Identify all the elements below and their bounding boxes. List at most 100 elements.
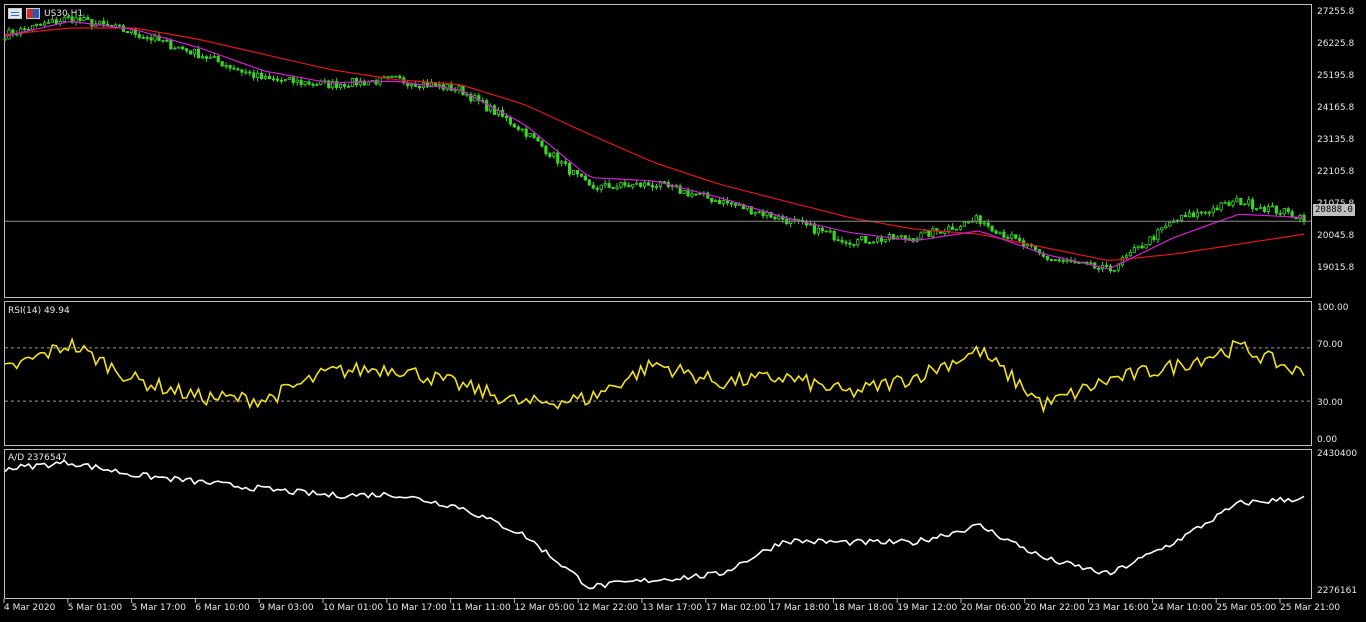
candle: [453, 86, 457, 94]
candle: [1199, 211, 1203, 216]
candle: [958, 224, 963, 231]
candle: [331, 79, 335, 90]
candle: [591, 182, 595, 190]
candle: [544, 144, 548, 157]
candle: [173, 46, 177, 50]
candle: [919, 231, 923, 241]
candle: [70, 13, 74, 25]
candle: [575, 169, 580, 178]
candle: [962, 221, 967, 227]
candle: [58, 18, 62, 27]
candle: [145, 35, 149, 42]
candle: [765, 209, 769, 220]
candle: [757, 210, 761, 214]
candle: [643, 179, 647, 190]
candle: [631, 183, 635, 190]
candle: [94, 20, 98, 27]
rsi-line: [4, 337, 1305, 414]
candle: [390, 75, 394, 78]
candle: [1168, 220, 1172, 227]
candle: [192, 48, 197, 58]
candle: [362, 79, 366, 87]
candle: [883, 238, 888, 244]
candle: [1152, 234, 1156, 243]
candle: [62, 14, 66, 22]
candle: [208, 53, 212, 59]
candle: [528, 133, 532, 138]
candle: [864, 235, 868, 244]
candle: [516, 125, 520, 132]
candle: [1270, 202, 1275, 208]
candle: [950, 223, 955, 230]
candle: [560, 159, 564, 167]
candle: [678, 183, 682, 194]
candle: [611, 186, 615, 190]
candle: [998, 231, 1002, 235]
candle: [398, 74, 402, 79]
candle: [694, 193, 698, 197]
candle: [1211, 204, 1215, 217]
candle: [1235, 194, 1239, 203]
candle: [1140, 242, 1144, 249]
candle: [248, 69, 252, 77]
candle: [236, 67, 240, 72]
candle: [872, 240, 876, 244]
candle: [1191, 210, 1196, 218]
candle: [568, 161, 572, 177]
candle: [256, 70, 260, 82]
candle: [185, 47, 189, 54]
candle: [639, 181, 643, 189]
candle: [7, 26, 11, 40]
candle: [1266, 203, 1271, 215]
candle: [654, 183, 659, 190]
candle: [275, 75, 280, 83]
candle: [181, 45, 185, 51]
candle: [1239, 197, 1243, 206]
candle: [311, 82, 315, 88]
candle: [824, 230, 828, 233]
candle: [98, 20, 102, 25]
candle: [800, 216, 805, 225]
candle: [1223, 200, 1227, 204]
candle: [366, 80, 370, 86]
candle: [603, 179, 607, 189]
candle: [607, 179, 611, 188]
candle: [1251, 197, 1255, 213]
candle: [200, 53, 205, 60]
candle: [1089, 260, 1093, 265]
candle: [903, 235, 907, 243]
candle: [994, 229, 998, 235]
candle: [875, 236, 880, 244]
candle: [635, 180, 639, 185]
candle: [579, 173, 584, 178]
candle: [571, 169, 576, 176]
candle: [1041, 251, 1046, 258]
candle: [733, 202, 738, 209]
candle: [1231, 199, 1235, 208]
candle: [38, 23, 43, 27]
candle: [840, 236, 844, 245]
candle: [1258, 203, 1263, 210]
candle: [804, 219, 809, 228]
candle: [1207, 210, 1211, 217]
candle: [1164, 222, 1168, 230]
candle: [627, 182, 631, 188]
candle: [82, 14, 86, 22]
candle: [927, 229, 931, 238]
candle: [816, 225, 820, 237]
candle: [19, 26, 23, 38]
candle: [623, 179, 627, 189]
candle: [1112, 269, 1117, 273]
candle: [283, 79, 287, 82]
candle: [125, 31, 129, 34]
candle: [335, 77, 339, 90]
candle: [725, 197, 730, 206]
chart-canvas: [3, 13, 1311, 603]
candle: [1045, 255, 1049, 262]
candle: [540, 140, 544, 148]
candle: [1053, 259, 1057, 262]
candle: [1014, 234, 1018, 240]
candle: [86, 14, 90, 21]
candle: [595, 185, 599, 193]
candle: [599, 184, 603, 193]
